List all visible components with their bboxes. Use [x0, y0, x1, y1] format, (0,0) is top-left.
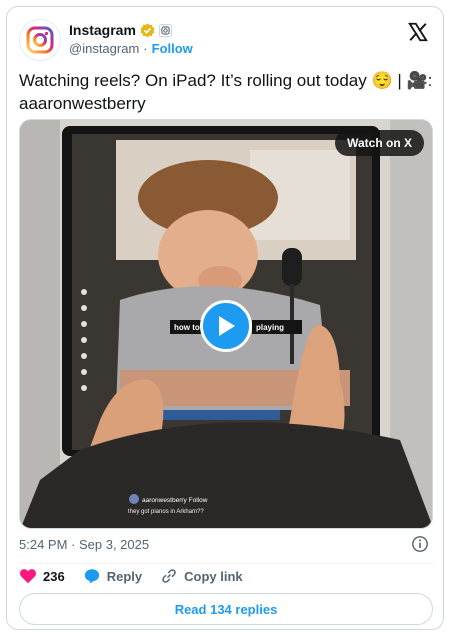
video-caption-right: playing: [256, 323, 284, 332]
author-handle[interactable]: @instagram: [69, 41, 139, 56]
copy-link-label: Copy link: [184, 568, 243, 584]
watch-on-x-button[interactable]: Watch on X: [335, 130, 424, 156]
follow-link[interactable]: Follow: [152, 41, 193, 56]
video-caption-left: how to: [174, 323, 200, 332]
like-button[interactable]: 236: [19, 568, 65, 584]
reply-label: Reply: [106, 568, 143, 584]
video-profile-sub: they got pianos in Arkham??: [128, 509, 204, 515]
instagram-logo-icon: [26, 26, 54, 54]
author-handle-row: @instagram · Follow: [69, 41, 193, 56]
post-text: Watching reels? On iPad? It’s rolling ou…: [19, 71, 433, 113]
read-replies-button[interactable]: Read 134 replies: [19, 593, 433, 625]
instagram-avatar[interactable]: [19, 19, 61, 61]
link-icon: [162, 569, 176, 583]
info-icon[interactable]: [411, 535, 429, 553]
reply-button[interactable]: Reply: [83, 567, 142, 585]
copy-link-button[interactable]: Copy link: [160, 567, 243, 585]
action-bar: 236 Reply Copy link: [19, 567, 243, 585]
play-button[interactable]: [200, 300, 252, 352]
video-media[interactable]: how to playing aaronwestberry Follow the…: [19, 119, 433, 529]
embedded-post-card: Instagram @instagram · Follow Watching r…: [6, 6, 444, 630]
handle-separator: ·: [143, 41, 148, 56]
video-profile-line: aaronwestberry Follow: [142, 497, 208, 504]
post-timestamp[interactable]: 5:24 PM · Sep 3, 2025: [19, 537, 149, 552]
divider: [19, 563, 433, 564]
reply-bubble-icon: [84, 569, 99, 584]
affiliate-badge-icon: [158, 23, 172, 37]
like-count: 236: [43, 568, 65, 584]
heart-icon: [19, 569, 37, 584]
verified-badge-icon: [140, 22, 155, 37]
author-name-row: Instagram: [69, 22, 172, 38]
x-logo-icon[interactable]: [407, 21, 429, 43]
author-name[interactable]: Instagram: [69, 22, 136, 38]
play-icon: [219, 316, 235, 336]
